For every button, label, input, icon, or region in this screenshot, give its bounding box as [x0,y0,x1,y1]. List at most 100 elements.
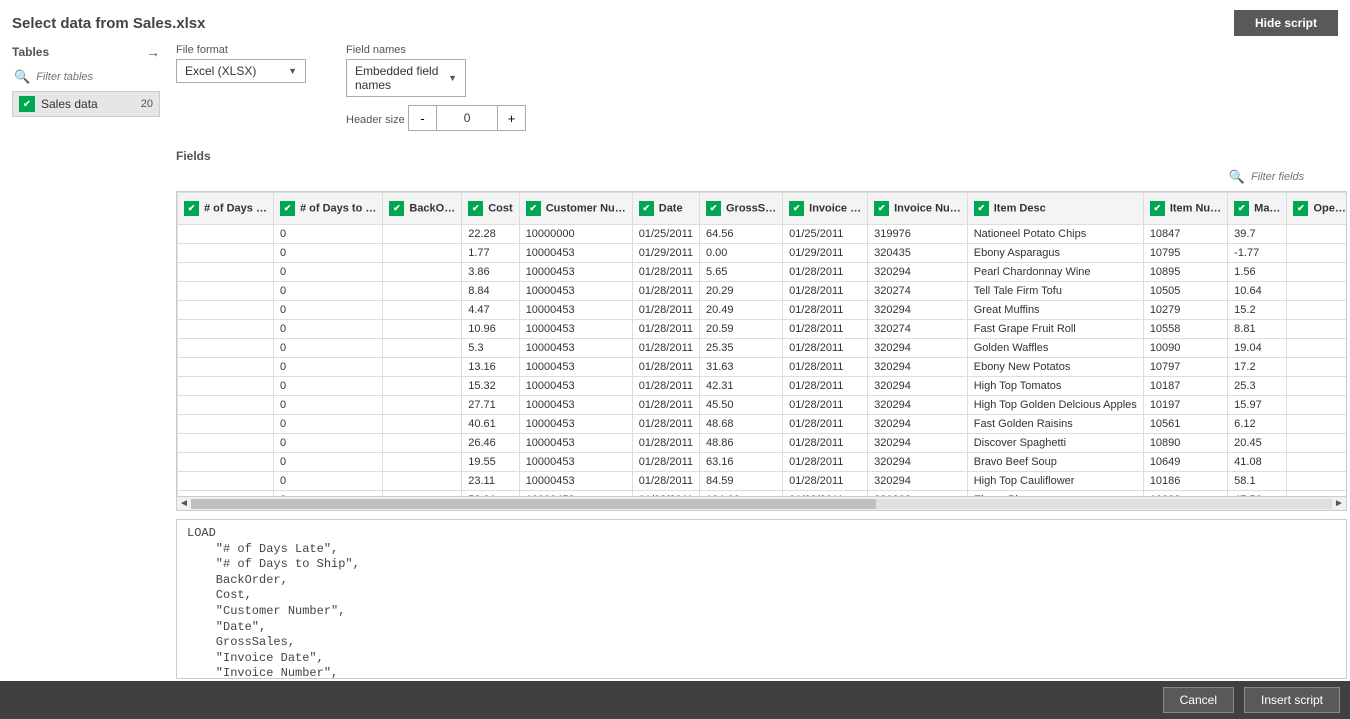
table-item-label: Sales data [41,97,141,111]
table-cell [178,358,274,377]
table-cell [1287,396,1346,415]
table-cell: 319976 [868,225,968,244]
check-icon[interactable]: ✔ [389,201,404,216]
script-editor[interactable]: LOAD "# of Days Late", "# of Days to Shi… [176,519,1347,679]
table-cell: 1.77 [462,244,519,263]
table-cell: 64.56 [700,225,783,244]
column-header[interactable]: ✔ Item Nu… [1143,193,1227,225]
table-row[interactable]: 01.771000045301/29/20110.0001/29/2011320… [178,244,1347,263]
check-icon[interactable]: ✔ [1293,201,1308,216]
table-cell [1287,472,1346,491]
hide-script-button[interactable]: Hide script [1234,10,1338,36]
table-cell: 01/28/2011 [632,263,699,282]
table-item-sales-data[interactable]: ✔ Sales data 20 [12,91,160,117]
column-header[interactable]: ✔Invoice … [783,193,868,225]
table-cell: 10000453 [519,472,632,491]
column-header[interactable]: ✔Ma… [1228,193,1287,225]
fields-table: ✔# of Days …✔# of Days to …✔BackO…✔Cost✔… [177,192,1346,496]
table-cell: 4.47 [462,301,519,320]
table-cell [1287,339,1346,358]
column-header[interactable]: ✔Item Desc [967,193,1143,225]
tables-label: Tables [12,45,49,59]
table-cell: 320294 [868,339,968,358]
table-cell: 01/29/2011 [632,244,699,263]
filter-fields-input[interactable] [1251,171,1331,183]
check-icon[interactable]: ✔ [974,201,989,216]
column-label: Item Nu… [1170,202,1221,214]
check-icon[interactable]: ✔ [1150,201,1165,216]
table-cell: 01/28/2011 [783,453,868,472]
table-row[interactable]: 04.471000045301/28/201120.4901/28/201132… [178,301,1347,320]
column-header[interactable]: ✔ Customer Nu… [519,193,632,225]
table-cell: 10000453 [519,434,632,453]
chevron-down-icon: ▼ [448,73,457,83]
table-cell: 0 [273,339,382,358]
table-row[interactable]: 08.841000045301/28/201120.2901/28/201132… [178,282,1347,301]
table-cell: 0 [273,320,382,339]
insert-script-button[interactable]: Insert script [1244,687,1340,713]
column-header[interactable]: ✔GrossS… [700,193,783,225]
table-row[interactable]: 026.461000045301/28/201148.8601/28/20113… [178,434,1347,453]
table-cell [383,263,462,282]
check-icon[interactable]: ✔ [874,201,889,216]
column-label: Cost [488,202,512,214]
table-cell: Golden Waffles [967,339,1143,358]
check-icon[interactable]: ✔ [468,201,483,216]
table-row[interactable]: 015.321000045301/28/201142.3101/28/20113… [178,377,1347,396]
table-cell [178,396,274,415]
table-cell [1287,301,1346,320]
column-header[interactable]: ✔Ope… [1287,193,1346,225]
column-label: Customer Nu… [546,202,626,214]
table-cell: 0 [273,263,382,282]
column-header[interactable]: ✔# of Days … [178,193,274,225]
table-cell: 01/28/2011 [632,339,699,358]
field-names-label: Field names [346,44,526,56]
stepper-plus-button[interactable]: + [497,106,525,130]
table-cell [1287,320,1346,339]
scroll-right-icon[interactable]: ► [1332,498,1346,509]
table-row[interactable]: 022.281000000001/25/201164.5601/25/20113… [178,225,1347,244]
table-cell: 0 [273,396,382,415]
table-scroll[interactable]: ✔# of Days …✔# of Days to …✔BackO…✔Cost✔… [177,192,1346,496]
check-icon[interactable]: ✔ [526,201,541,216]
check-icon[interactable]: ✔ [184,201,199,216]
table-cell: 01/28/2011 [632,377,699,396]
table-cell [383,472,462,491]
table-cell: 10000453 [519,415,632,434]
table-cell: 15.97 [1228,396,1287,415]
filter-tables-input[interactable] [36,71,136,83]
column-header[interactable]: ✔ Cost [462,193,519,225]
table-cell: 8.84 [462,282,519,301]
table-cell [383,453,462,472]
table-cell [383,282,462,301]
table-row[interactable]: 040.611000045301/28/201148.6801/28/20113… [178,415,1347,434]
column-header[interactable]: ✔BackO… [383,193,462,225]
check-icon[interactable]: ✔ [706,201,721,216]
check-icon[interactable]: ✔ [1234,201,1249,216]
table-row[interactable]: 03.861000045301/28/20115.6501/28/2011320… [178,263,1347,282]
table-row[interactable]: 023.111000045301/28/201184.5901/28/20113… [178,472,1347,491]
check-icon[interactable]: ✔ [639,201,654,216]
check-icon[interactable]: ✔ [789,201,804,216]
cancel-button[interactable]: Cancel [1163,687,1234,713]
check-icon: ✔ [19,96,35,112]
column-header[interactable]: ✔Date [632,193,699,225]
page-title: Select data from Sales.xlsx [12,15,205,32]
table-row[interactable]: 019.551000045301/28/201163.1601/28/20113… [178,453,1347,472]
table-row[interactable]: 05.31000045301/28/201125.3501/28/2011320… [178,339,1347,358]
table-row[interactable]: 027.711000045301/28/201145.5001/28/20113… [178,396,1347,415]
file-format-select[interactable]: Excel (XLSX) ▼ [176,59,306,83]
table-row[interactable]: 010.961000045301/28/201120.5901/28/20113… [178,320,1347,339]
table-cell: 01/28/2011 [632,453,699,472]
stepper-minus-button[interactable]: - [409,106,437,130]
column-header[interactable]: ✔# of Days to … [273,193,382,225]
table-cell: 5.3 [462,339,519,358]
table-row[interactable]: 013.161000045301/28/201131.6301/28/20113… [178,358,1347,377]
table-cell: 41.08 [1228,453,1287,472]
table-cell: 10000453 [519,263,632,282]
column-header[interactable]: ✔Invoice Nu… [868,193,968,225]
horizontal-scrollbar[interactable]: ◄ ► [177,496,1346,510]
check-icon[interactable]: ✔ [280,201,295,216]
scroll-left-icon[interactable]: ◄ [177,498,191,509]
field-names-select[interactable]: Embedded field names ▼ [346,59,466,97]
